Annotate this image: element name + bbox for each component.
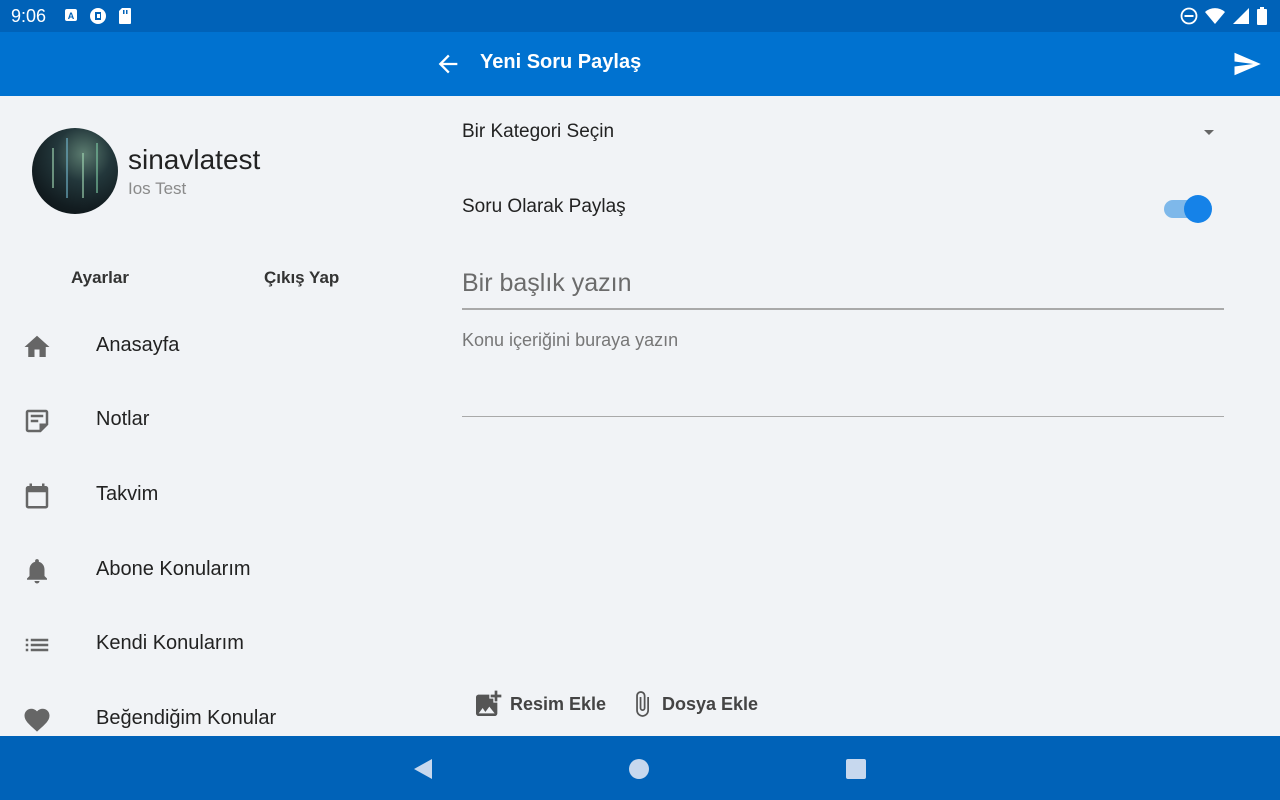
add-image-button[interactable]: Resim Ekle <box>472 686 606 722</box>
add-image-label: Resim Ekle <box>510 693 607 714</box>
status-time: 9:06 <box>11 6 47 26</box>
sidebar-item-label: Beğendiğim Konular <box>96 707 277 729</box>
sidebar-item-calendar[interactable]: Takvim <box>0 467 420 523</box>
category-dropdown-label: Bir Kategori Seçin <box>462 121 615 142</box>
back-triangle-icon[interactable] <box>412 758 434 780</box>
battery-icon <box>1257 7 1267 25</box>
sidebar: sinavlatest Ios Test Ayarlar Çıkış Yap A… <box>0 96 420 736</box>
caret-down-icon <box>1204 130 1214 135</box>
add-file-label: Dosya Ekle <box>662 693 759 714</box>
new-question-form: Bir Kategori Seçin Soru Olarak Paylaş Re… <box>462 96 1224 736</box>
sidebar-item-my-topics[interactable]: Kendi Konularım <box>0 616 420 672</box>
sidebar-item-label: Abone Konularım <box>96 558 251 580</box>
avatar[interactable] <box>32 128 118 214</box>
app-bar: Yeni Soru Paylaş <box>0 32 1280 96</box>
sidebar-item-notes[interactable]: Notlar <box>0 392 420 448</box>
home-icon <box>24 335 50 357</box>
do-not-disturb-icon <box>1180 7 1198 25</box>
logout-button[interactable]: Çıkış Yap <box>264 268 339 288</box>
system-nav-bar <box>0 736 1280 800</box>
paperclip-icon <box>636 691 649 717</box>
profile-username: sinavlatest <box>128 144 261 175</box>
sidebar-item-label: Takvim <box>96 483 159 505</box>
sidebar-item-label: Anasayfa <box>96 334 180 356</box>
home-circle-icon[interactable] <box>628 758 650 780</box>
share-as-question-row: Soru Olarak Paylaş <box>462 192 1224 224</box>
cast-icon <box>90 8 106 24</box>
add-photo-icon <box>476 690 502 716</box>
status-bar: 9:06 A <box>0 0 1280 32</box>
list-icon <box>25 638 49 652</box>
sd-card-icon <box>119 8 131 24</box>
wifi-icon <box>1205 8 1225 24</box>
recents-square-icon[interactable] <box>845 758 867 780</box>
sidebar-item-label: Kendi Konularım <box>96 632 244 654</box>
bell-icon <box>27 559 47 584</box>
sidebar-item-subscriptions[interactable]: Abone Konularım <box>0 542 420 598</box>
profile-subtitle: Ios Test <box>128 179 187 198</box>
note-icon <box>25 409 49 433</box>
send-icon[interactable] <box>1230 49 1264 79</box>
arrow-left-icon[interactable] <box>434 50 462 78</box>
sidebar-item-home[interactable]: Anasayfa <box>0 318 420 374</box>
signal-icon <box>1233 8 1249 24</box>
sidebar-item-label: Notlar <box>96 408 150 430</box>
title-input[interactable] <box>462 258 1224 310</box>
content-input[interactable] <box>462 330 1224 417</box>
calendar-icon <box>25 483 49 509</box>
page-title: Yeni Soru Paylaş <box>480 51 642 73</box>
a-badge-icon: A <box>65 9 77 21</box>
share-as-question-label: Soru Olarak Paylaş <box>462 196 626 217</box>
add-file-button[interactable]: Dosya Ekle <box>628 686 758 722</box>
share-as-question-toggle[interactable] <box>1162 194 1212 223</box>
svg-text:A: A <box>68 11 75 21</box>
settings-button[interactable]: Ayarlar <box>71 268 129 288</box>
category-dropdown[interactable]: Bir Kategori Seçin <box>462 118 1224 148</box>
heart-icon <box>24 708 50 732</box>
